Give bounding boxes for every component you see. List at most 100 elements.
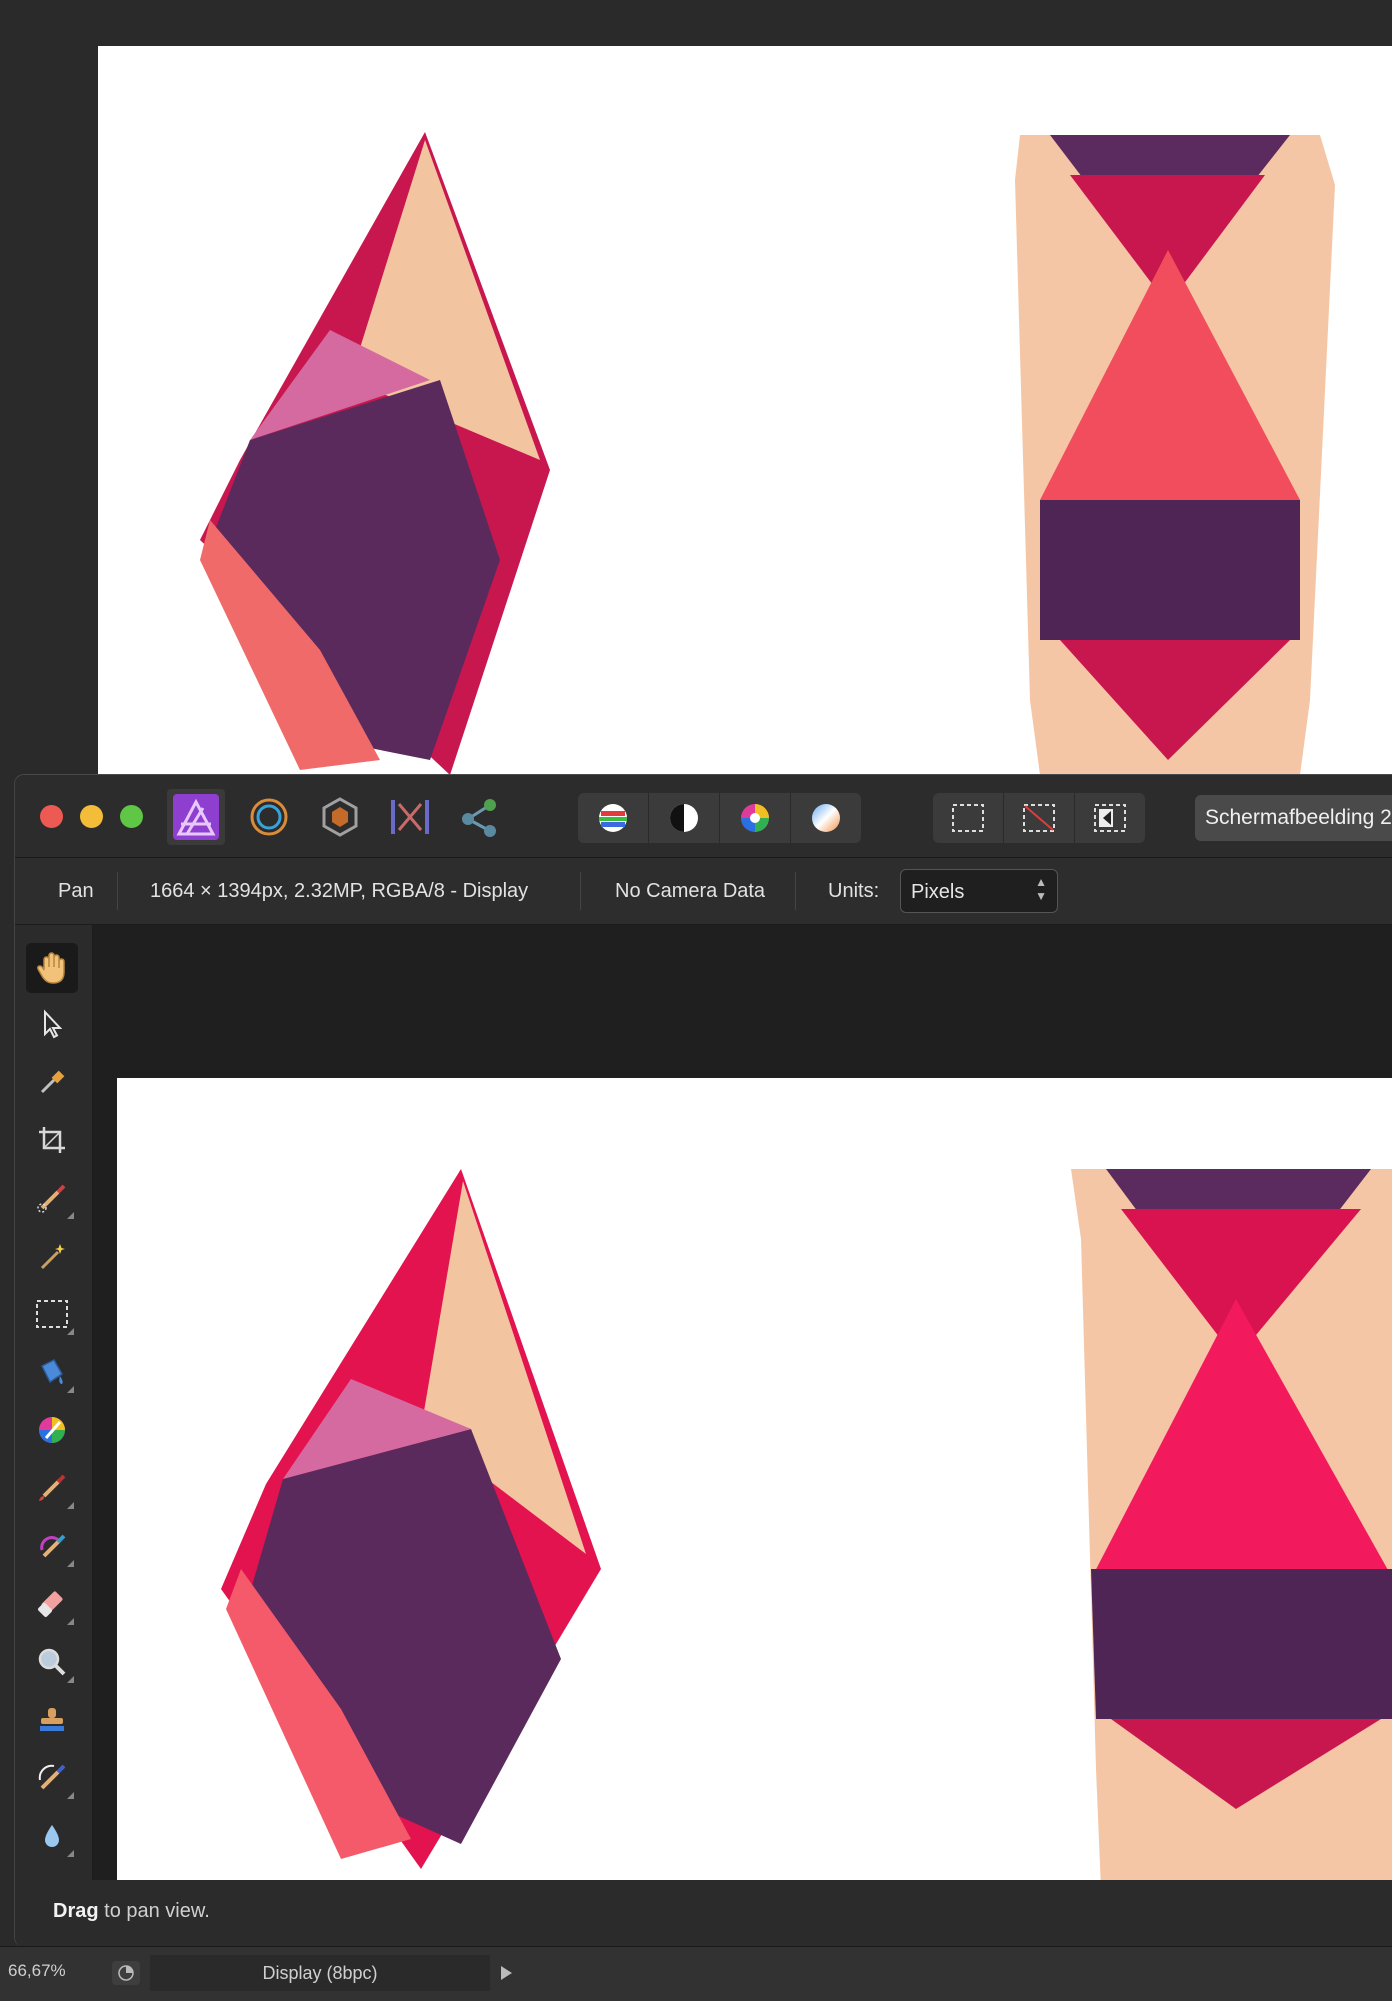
units-value: Pixels xyxy=(911,881,965,903)
color-replace-tool-button[interactable] xyxy=(26,1405,78,1455)
selection-brush-tool-button[interactable] xyxy=(26,1173,78,1223)
eyedropper-icon xyxy=(40,1070,65,1094)
color-profile-icon[interactable] xyxy=(112,1961,140,1985)
hint-text: Drag to pan view. xyxy=(53,1900,210,1923)
play-icon xyxy=(501,1966,512,1980)
photo-persona-button[interactable] xyxy=(167,789,225,845)
flyout-indicator xyxy=(67,1792,74,1799)
color-picker-tool-button[interactable] xyxy=(26,1057,78,1107)
scarf-image xyxy=(221,1169,601,1869)
paint-bucket-icon xyxy=(40,1359,63,1384)
flyout-indicator xyxy=(67,1386,74,1393)
levels-button[interactable] xyxy=(578,793,649,843)
paint-brush-icon xyxy=(39,1474,66,1501)
separator xyxy=(795,872,796,910)
stamp-icon xyxy=(40,1708,64,1731)
flood-fill-tool-button[interactable] xyxy=(26,1347,78,1397)
profile-icon xyxy=(118,1965,134,1981)
tone-mapping-persona-icon xyxy=(391,800,429,834)
magic-wand-icon xyxy=(40,1244,65,1270)
dress-image xyxy=(1015,135,1335,775)
erase-brush-tool-button[interactable] xyxy=(26,1579,78,1629)
background-canvas-image xyxy=(200,132,1335,775)
units-label: Units: xyxy=(828,880,880,902)
hint-bar: Drag to pan view. xyxy=(15,1880,1392,1947)
marquee-icon xyxy=(952,804,984,832)
dodge-tool-button[interactable] xyxy=(26,1637,78,1687)
export-persona-button[interactable] xyxy=(451,789,509,845)
white-balance-button[interactable] xyxy=(791,793,861,843)
inpainting-brush-tool-button[interactable] xyxy=(26,1753,78,1803)
separator xyxy=(580,872,581,910)
contrast-button[interactable] xyxy=(649,793,720,843)
view-tool-button[interactable] xyxy=(26,943,78,993)
hint-action: Drag xyxy=(53,1900,99,1922)
close-window-button[interactable] xyxy=(40,805,63,828)
play-button[interactable] xyxy=(492,1955,520,1991)
export-persona-icon xyxy=(462,799,496,837)
flyout-indicator xyxy=(67,1328,74,1335)
invert-selection-button[interactable] xyxy=(1075,793,1145,843)
title-toolbar: Schermafbeelding 2 xyxy=(15,775,1392,858)
hint-rest: to pan view. xyxy=(104,1900,210,1922)
current-tool-label: Pan xyxy=(58,880,94,902)
select-all-button[interactable] xyxy=(933,793,1004,843)
flyout-indicator xyxy=(67,1676,74,1683)
document-tab[interactable]: Schermafbeelding 2 xyxy=(1195,795,1392,841)
status-bar: 66,67% Display (8bpc) xyxy=(0,1946,1392,2001)
units-select[interactable]: Pixels ▲ ▼ xyxy=(900,869,1058,913)
hand-icon xyxy=(37,952,65,984)
clone-brush-tool-button[interactable] xyxy=(26,1695,78,1745)
minimize-window-button[interactable] xyxy=(80,805,103,828)
liquify-persona-button[interactable] xyxy=(240,789,298,845)
separator xyxy=(117,872,118,910)
selection-buttons-group xyxy=(933,793,1145,843)
display-mode[interactable]: Display (8bpc) xyxy=(150,1955,490,1991)
color-wheel-brush-icon xyxy=(39,1417,65,1443)
deselect-icon xyxy=(1023,804,1055,832)
liquify-persona-icon xyxy=(250,798,288,836)
hsl-button[interactable] xyxy=(720,793,791,843)
paint-brush-tool-button[interactable] xyxy=(26,1463,78,1513)
rectangular-marquee-tool-button[interactable] xyxy=(26,1289,78,1339)
document-canvas[interactable] xyxy=(117,1078,1392,1889)
stepper-arrows-icon: ▲ ▼ xyxy=(1035,875,1047,903)
develop-persona-icon xyxy=(322,797,358,837)
flyout-indicator xyxy=(67,1502,74,1509)
maximize-window-button[interactable] xyxy=(120,805,143,828)
blur-brush-tool-button[interactable] xyxy=(26,1811,78,1861)
crop-icon xyxy=(39,1127,65,1153)
eraser-icon xyxy=(38,1591,63,1617)
photo-persona-icon xyxy=(173,794,219,840)
tone-mapping-persona-button[interactable] xyxy=(381,789,439,845)
context-toolbar: Pan 1664 × 1394px, 2.32MP, RGBA/8 - Disp… xyxy=(15,858,1392,925)
flyout-indicator xyxy=(67,1212,74,1219)
flood-select-tool-button[interactable] xyxy=(26,1231,78,1281)
flyout-indicator xyxy=(67,1850,74,1857)
water-drop-icon xyxy=(45,1825,59,1847)
crop-tool-button[interactable] xyxy=(26,1115,78,1165)
selection-brush-icon xyxy=(37,1184,66,1213)
flyout-indicator xyxy=(67,1560,74,1567)
mixer-brush-tool-button[interactable] xyxy=(26,1521,78,1571)
adjustment-buttons-group xyxy=(578,793,861,843)
deselect-button[interactable] xyxy=(1004,793,1075,843)
camera-info: No Camera Data xyxy=(615,880,766,902)
flyout-indicator xyxy=(67,1618,74,1625)
app-window: Schermafbeelding 2 Pan 1664 × 1394px, 2.… xyxy=(14,774,1392,1947)
healing-brush-icon xyxy=(38,1764,66,1790)
develop-persona-button[interactable] xyxy=(311,789,369,845)
mixer-brush-icon xyxy=(40,1534,66,1558)
magnifier-icon xyxy=(38,1648,66,1676)
color-wheel-icon xyxy=(741,804,769,832)
pointer-icon xyxy=(44,1009,63,1039)
dress-image xyxy=(1071,1169,1392,1889)
levels-icon xyxy=(599,804,627,832)
background-document-canvas xyxy=(98,46,1392,776)
white-balance-icon xyxy=(812,804,840,832)
invert-selection-icon xyxy=(1094,804,1126,832)
canvas-workspace[interactable] xyxy=(93,925,1392,1899)
tools-panel xyxy=(15,925,93,1880)
zoom-level[interactable]: 66,67% xyxy=(8,1961,66,1981)
move-tool-button[interactable] xyxy=(26,999,78,1049)
